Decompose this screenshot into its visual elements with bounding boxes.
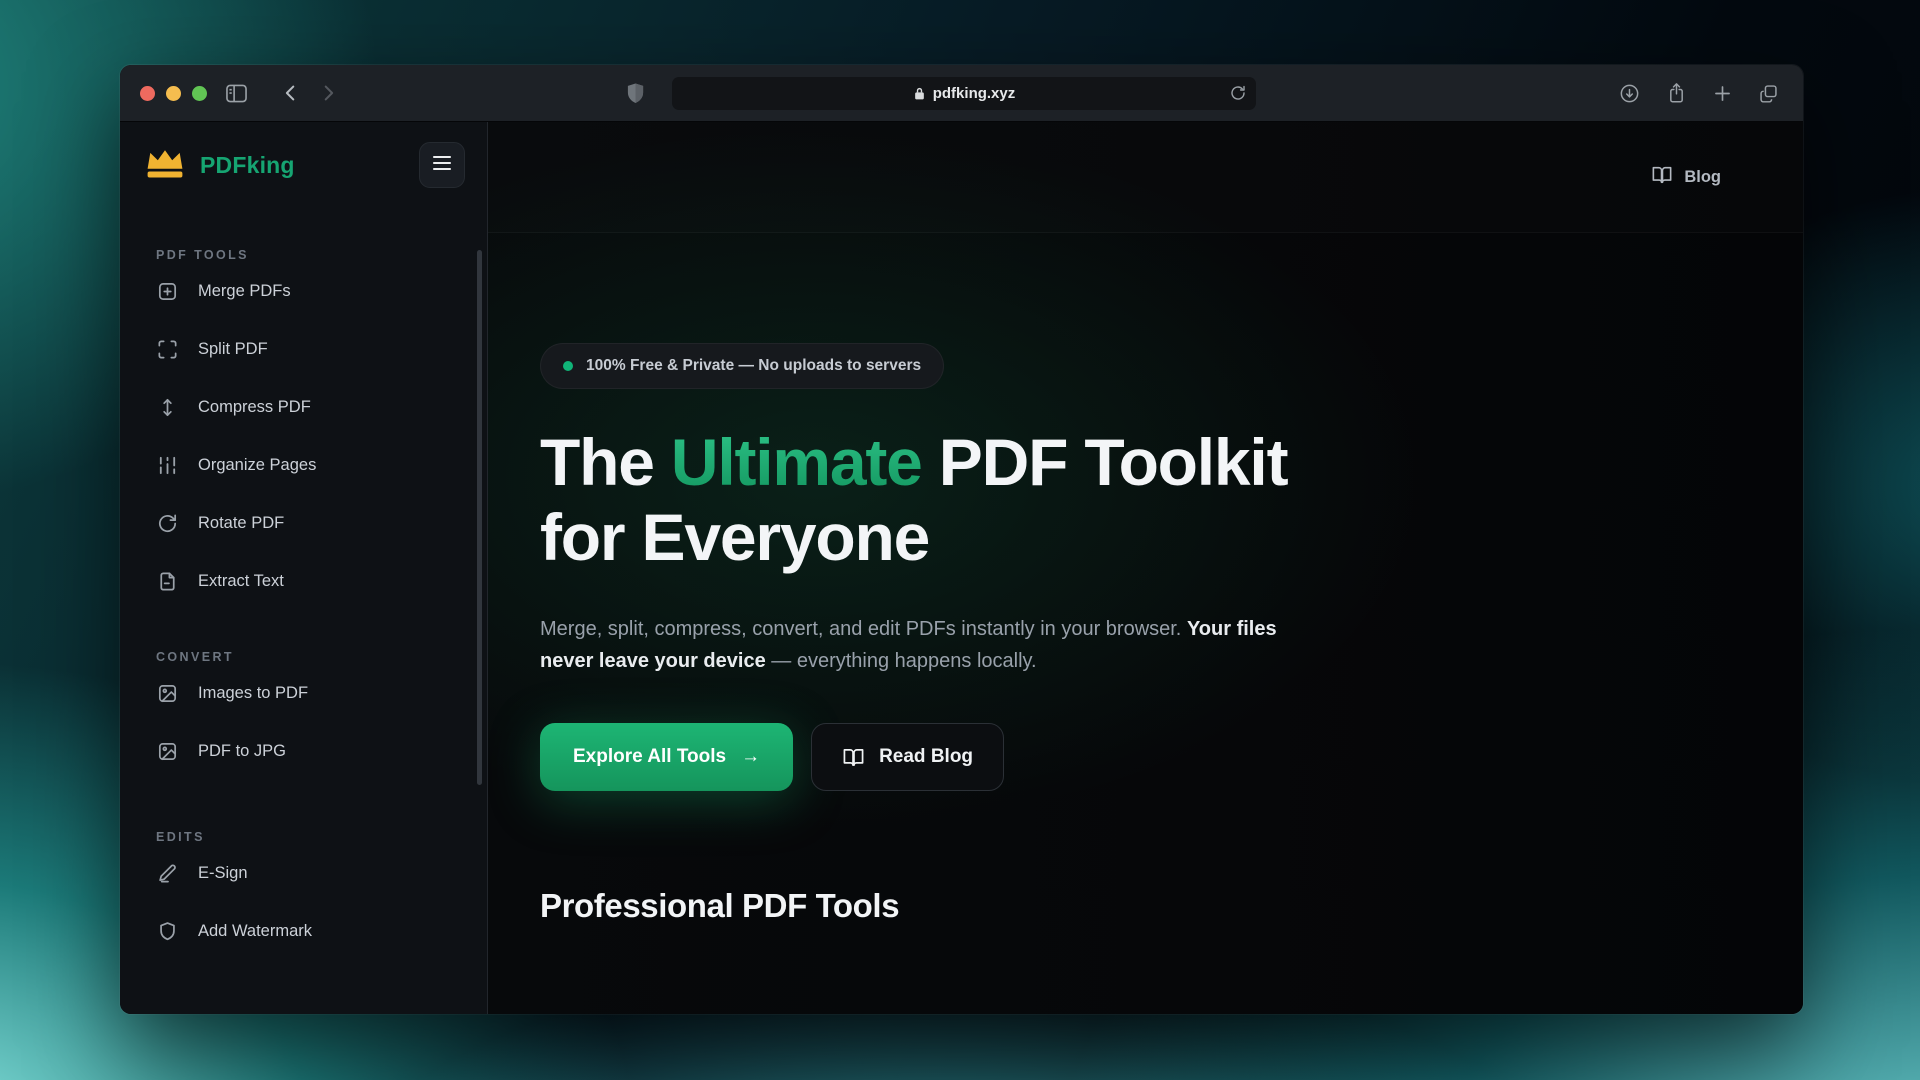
nav-section-label: CONVERT <box>156 650 461 664</box>
read-blog-label: Read Blog <box>879 746 973 768</box>
read-blog-button[interactable]: Read Blog <box>811 723 1004 791</box>
sidebar-item-label: Merge PDFs <box>198 282 291 301</box>
sidebar: PDFking PDF TOOLS Merge PDFs <box>120 122 488 1014</box>
privacy-badge-label: 100% Free & Private — No uploads to serv… <box>586 357 921 375</box>
image-icon <box>156 682 179 705</box>
minimize-button[interactable] <box>166 86 181 101</box>
sidebar-scrollbar[interactable] <box>477 250 482 785</box>
hamburger-icon <box>432 155 452 176</box>
compress-vertical-arrows-icon <box>156 396 179 419</box>
lock-icon <box>913 86 926 101</box>
main-content: Blog 100% Free & Private — No uploads to… <box>488 122 1803 1014</box>
sidebar-item-extract-text[interactable]: Extract Text <box>156 552 461 610</box>
crown-icon <box>144 144 186 186</box>
split-crop-corners-icon <box>156 338 179 361</box>
sidebar-item-label: Organize Pages <box>198 456 316 475</box>
sidebar-toggle-icon[interactable] <box>225 83 248 104</box>
explore-all-tools-label: Explore All Tools <box>573 746 726 768</box>
sidebar-logo-row: PDFking <box>120 122 487 188</box>
new-tab-icon[interactable] <box>1712 83 1733 104</box>
sidebar-item-pdf-to-jpg[interactable]: PDF to JPG <box>156 722 461 780</box>
cta-row: Explore All Tools → Read Blog <box>540 723 1803 791</box>
blog-link[interactable]: Blog <box>1651 165 1721 190</box>
nav-section-label: EDITS <box>156 830 461 844</box>
arrow-right-icon: → <box>741 746 760 768</box>
privacy-shield-icon[interactable] <box>626 82 645 105</box>
organize-columns-icon <box>156 454 179 477</box>
share-icon[interactable] <box>1666 81 1687 105</box>
sidebar-item-compress-pdf[interactable]: Compress PDF <box>156 378 461 436</box>
back-button[interactable] <box>280 82 302 104</box>
hero-description-part1: Merge, split, compress, convert, and edi… <box>540 618 1187 640</box>
refresh-icon[interactable] <box>1229 84 1247 102</box>
file-text-icon <box>156 570 179 593</box>
sidebar-item-merge-pdfs[interactable]: Merge PDFs <box>156 262 461 320</box>
rotate-cw-icon <box>156 512 179 535</box>
hero-description-part2: — everything happens locally. <box>766 650 1037 672</box>
image-icon <box>156 740 179 763</box>
downloads-icon[interactable] <box>1619 83 1640 104</box>
sidebar-item-label: Split PDF <box>198 340 268 359</box>
hero-title-highlight: Ultimate <box>671 425 922 499</box>
hero-section: 100% Free & Private — No uploads to serv… <box>488 233 1803 925</box>
merge-square-plus-icon <box>156 280 179 303</box>
browser-window: pdfking.xyz PDFking <box>120 65 1803 1014</box>
sidebar-item-label: Extract Text <box>198 572 284 591</box>
brand-logo[interactable]: PDFking <box>144 144 295 186</box>
sidebar-item-images-to-pdf[interactable]: Images to PDF <box>156 664 461 722</box>
sidebar-item-label: Rotate PDF <box>198 514 284 533</box>
sidebar-item-label: Compress PDF <box>198 398 311 417</box>
privacy-badge: 100% Free & Private — No uploads to serv… <box>540 343 944 389</box>
sidebar-item-rotate-pdf[interactable]: Rotate PDF <box>156 494 461 552</box>
green-dot-icon <box>563 361 573 371</box>
zoom-button[interactable] <box>192 86 207 101</box>
sidebar-item-label: Images to PDF <box>198 684 308 703</box>
sidebar-item-split-pdf[interactable]: Split PDF <box>156 320 461 378</box>
sidebar-item-organize-pages[interactable]: Organize Pages <box>156 436 461 494</box>
forward-button[interactable] <box>317 82 339 104</box>
hero-description: Merge, split, compress, convert, and edi… <box>540 613 1295 677</box>
close-button[interactable] <box>140 86 155 101</box>
book-open-icon <box>1651 165 1673 190</box>
sidebar-nav: PDF TOOLS Merge PDFs Split PDF <box>120 248 487 960</box>
hero-title-prefix: The <box>540 425 671 499</box>
address-bar[interactable]: pdfking.xyz <box>672 77 1256 110</box>
explore-all-tools-button[interactable]: Explore All Tools → <box>540 723 793 791</box>
pen-icon <box>156 862 179 885</box>
browser-toolbar: pdfking.xyz <box>120 65 1803 122</box>
blog-link-label: Blog <box>1684 168 1721 187</box>
sidebar-item-label: E-Sign <box>198 864 248 883</box>
site-header: Blog <box>488 122 1803 233</box>
book-open-icon <box>842 747 865 768</box>
brand-name: PDFking <box>200 152 295 179</box>
sidebar-item-label: Add Watermark <box>198 922 312 941</box>
hamburger-menu-button[interactable] <box>419 142 465 188</box>
sidebar-item-e-sign[interactable]: E-Sign <box>156 844 461 902</box>
tab-overview-icon[interactable] <box>1758 83 1779 104</box>
nav-section-label: PDF TOOLS <box>156 248 461 262</box>
page-content: PDFking PDF TOOLS Merge PDFs <box>120 122 1803 1014</box>
tools-section-title: Professional PDF Tools <box>540 887 1803 925</box>
sidebar-item-add-watermark[interactable]: Add Watermark <box>156 902 461 960</box>
shield-icon <box>156 920 179 943</box>
hero-title: The Ultimate PDF Toolkit for Everyone <box>540 425 1340 575</box>
url-text: pdfking.xyz <box>933 85 1016 102</box>
sidebar-item-label: PDF to JPG <box>198 742 286 761</box>
